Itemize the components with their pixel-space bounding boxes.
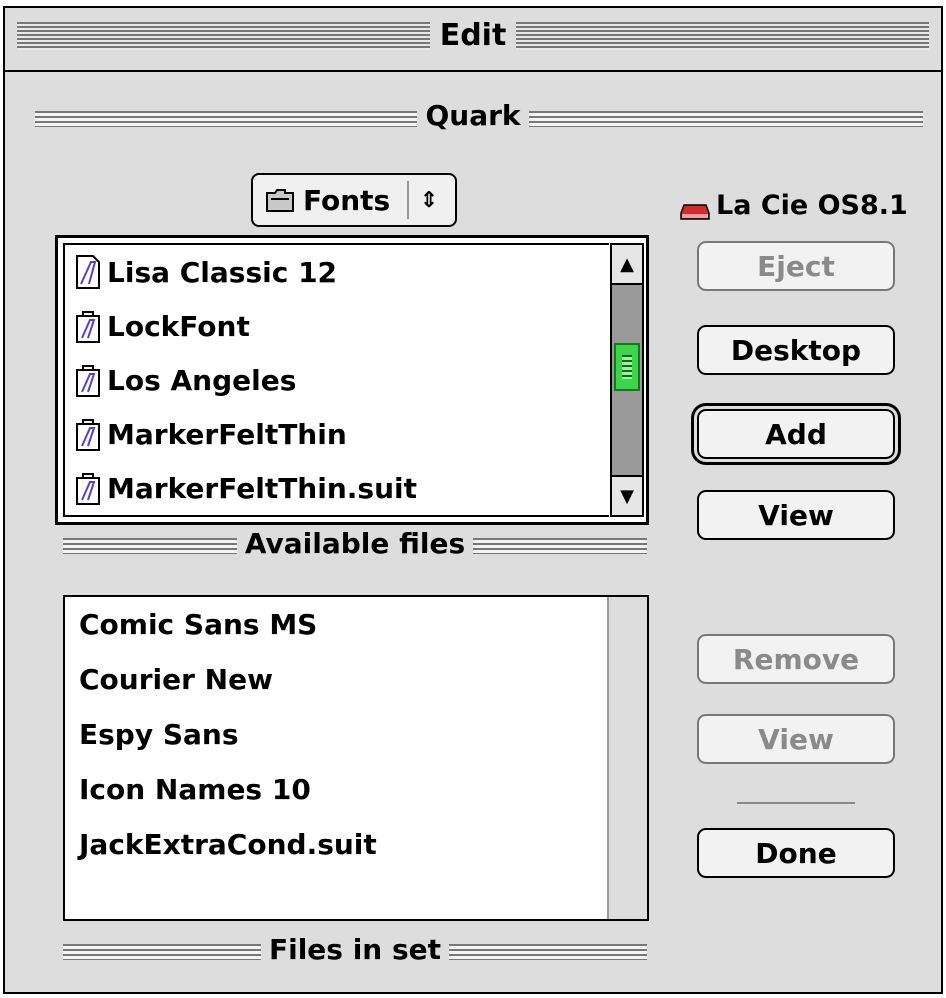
list-item[interactable]: Lisa Classic 12 xyxy=(65,245,609,299)
list-item[interactable]: JackExtraCond.suit xyxy=(65,817,607,872)
available-files-scrollbar[interactable]: ▲ ▼ xyxy=(610,243,644,517)
list-item[interactable]: MarkerFeltThin xyxy=(65,407,609,461)
remove-button[interactable]: Remove xyxy=(697,634,895,684)
hard-disk-icon xyxy=(680,197,710,220)
list-item-label: MarkerFeltThin.suit xyxy=(107,471,417,505)
list-item-label: MarkerFeltThin xyxy=(107,417,347,451)
files-in-set-list[interactable]: Comic Sans MS Courier New Espy Sans Icon… xyxy=(63,595,649,921)
list-item[interactable]: Comic Sans MS xyxy=(65,597,607,652)
volume-name: La Cie OS8.1 xyxy=(716,190,908,221)
folder-popup-label: Fonts xyxy=(303,183,391,217)
section-title: Quark xyxy=(417,99,529,132)
list-item[interactable]: Courier New xyxy=(65,652,607,707)
list-item[interactable]: Icon Names 10 xyxy=(65,762,607,817)
edit-window: Edit Quark Fonts ⇕ La Cie OS8.1 Lisa Cla… xyxy=(3,6,943,994)
scroll-thumb[interactable] xyxy=(614,343,640,391)
font-suitcase-icon xyxy=(75,362,101,398)
desktop-button[interactable]: Desktop xyxy=(697,325,895,375)
window-title: Edit xyxy=(429,18,517,53)
volume-indicator: La Cie OS8.1 xyxy=(680,190,908,221)
font-suitcase-icon xyxy=(75,308,101,344)
done-button[interactable]: Done xyxy=(697,828,895,878)
files-in-set-label: Files in set xyxy=(260,933,450,966)
folder-icon xyxy=(265,187,295,213)
font-suitcase-icon xyxy=(75,470,101,506)
font-suitcase-icon xyxy=(75,416,101,452)
folder-popup[interactable]: Fonts ⇕ xyxy=(251,173,457,227)
list-item-label: Lisa Classic 12 xyxy=(107,255,338,289)
available-files-list[interactable]: Lisa Classic 12 LockFont Los Angeles Mar… xyxy=(55,235,649,525)
list-item-label: LockFont xyxy=(107,309,250,343)
list-item[interactable]: Espy Sans xyxy=(65,707,607,762)
title-bar[interactable]: Edit xyxy=(5,8,941,72)
list-item[interactable]: Los Angeles xyxy=(65,353,609,407)
scroll-up-arrow-icon[interactable]: ▲ xyxy=(612,245,642,285)
view-set-button[interactable]: View xyxy=(697,714,895,764)
button-divider xyxy=(737,802,855,804)
list-item[interactable]: LockFont xyxy=(65,299,609,353)
files-in-set-scrollbar xyxy=(609,597,647,919)
available-files-label: Available files xyxy=(236,527,474,560)
add-button[interactable]: Add xyxy=(697,409,895,459)
list-item[interactable]: MarkerFeltThin.suit xyxy=(65,461,609,515)
font-file-icon xyxy=(75,254,101,290)
view-available-button[interactable]: View xyxy=(697,490,895,540)
popup-arrows-icon: ⇕ xyxy=(407,181,449,219)
list-item-label: Los Angeles xyxy=(107,363,297,397)
eject-button[interactable]: Eject xyxy=(697,241,895,291)
scroll-down-arrow-icon[interactable]: ▼ xyxy=(612,475,642,515)
